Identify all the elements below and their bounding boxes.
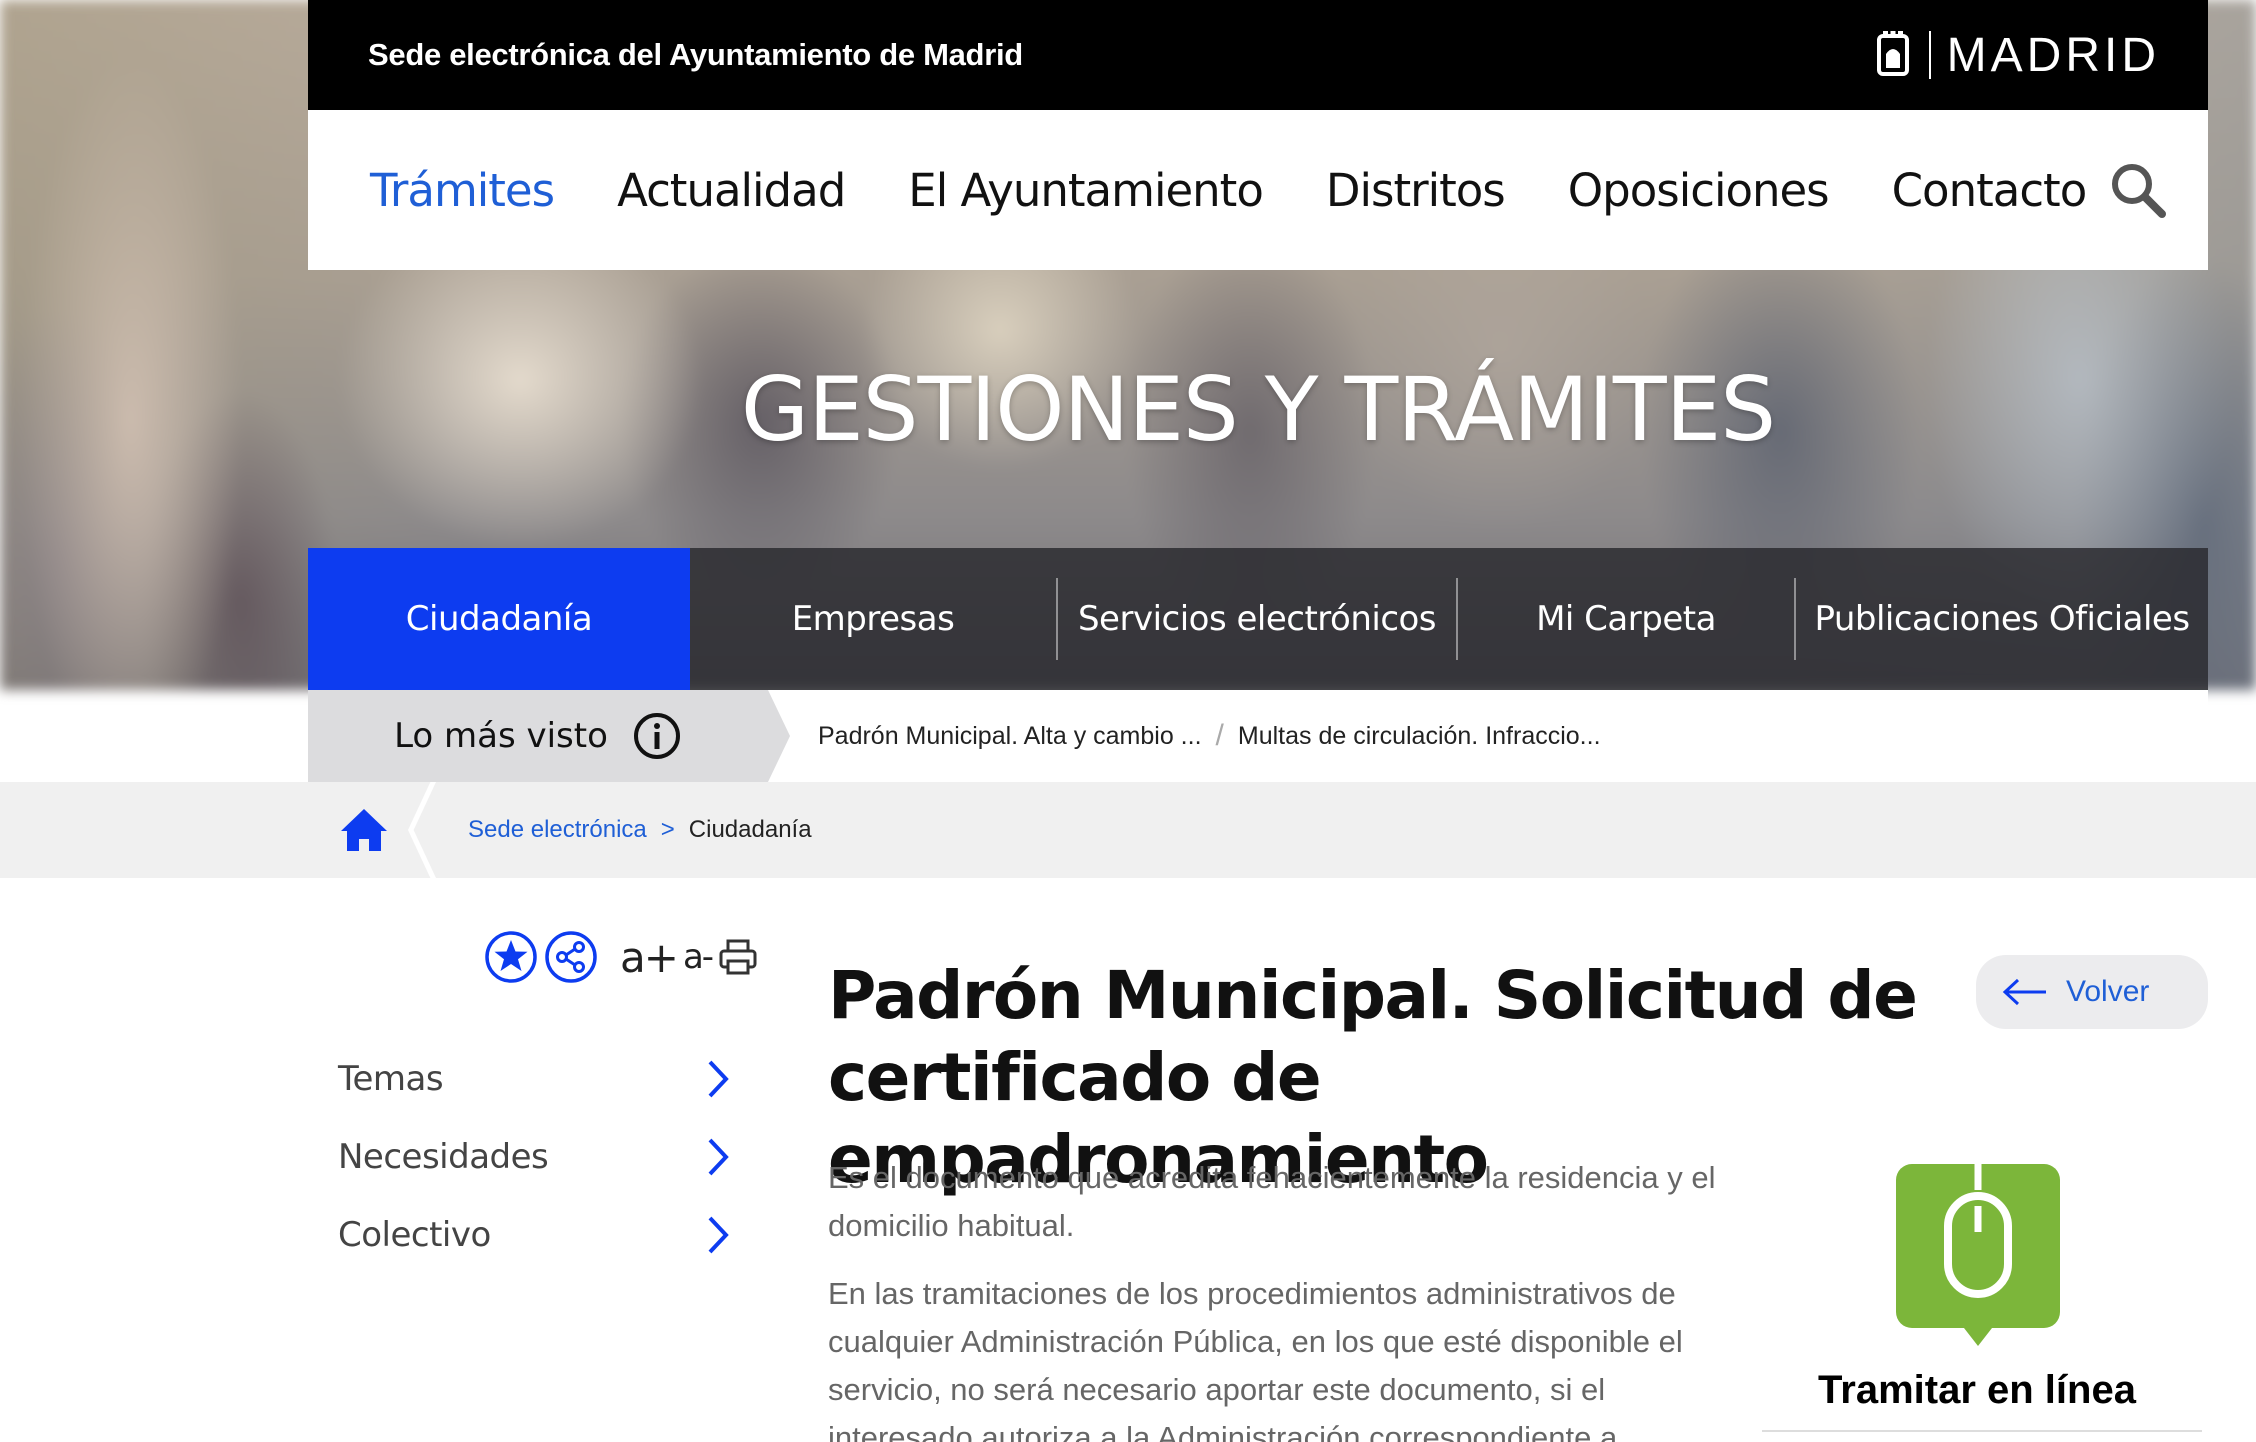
decrease-font-button[interactable]: a- xyxy=(683,937,714,977)
most-viewed-separator: / xyxy=(1215,719,1224,752)
breadcrumb-current: Ciudadanía xyxy=(688,816,812,843)
online-procedure-divider xyxy=(1762,1430,2202,1432)
madrid-seal-icon xyxy=(1876,31,1909,76)
page-container: Sede electrónica del Ayuntamiento de Mad… xyxy=(308,0,2208,782)
most-viewed-link[interactable]: Multas de circulación. Infraccio... xyxy=(1238,722,1601,751)
nav-item-actualidad[interactable]: Actualidad xyxy=(617,164,846,217)
breadcrumb-link-sede[interactable]: Sede electrónica xyxy=(468,816,647,844)
most-viewed-links: Padrón Municipal. Alta y cambio ... / Mu… xyxy=(768,690,2208,782)
breadcrumb-separator: > xyxy=(660,816,675,843)
increase-font-button[interactable]: a+ xyxy=(620,933,679,982)
madrid-logo[interactable]: MADRID xyxy=(1873,28,2160,83)
nav-item-oposiciones[interactable]: Oposiciones xyxy=(1568,164,1830,217)
tab-servicios-electronicos[interactable]: Servicios electrónicos xyxy=(1058,548,1456,690)
tab-mi-carpeta[interactable]: Mi Carpeta xyxy=(1458,548,1794,690)
home-button[interactable] xyxy=(308,782,442,878)
back-button[interactable]: Volver xyxy=(1976,955,2208,1029)
info-icon[interactable] xyxy=(632,711,682,761)
side-menu-item-necesidades[interactable]: Necesidades xyxy=(338,1118,738,1196)
main-navigation: Trámites Actualidad El Ayuntamiento Dist… xyxy=(308,110,2208,270)
favorite-star-icon[interactable] xyxy=(484,930,538,984)
chevron-right-icon xyxy=(708,1216,729,1254)
side-menu-label: Colectivo xyxy=(338,1215,491,1255)
tab-ciudadania[interactable]: Ciudadanía xyxy=(308,548,690,690)
side-menu-item-temas[interactable]: Temas xyxy=(338,1040,738,1118)
mouse-icon xyxy=(1896,1164,2060,1346)
nav-item-distritos[interactable]: Distritos xyxy=(1326,164,1506,217)
hero-title: GESTIONES Y TRÁMITES xyxy=(740,357,1776,461)
nav-item-el-ayuntamiento[interactable]: El Ayuntamiento xyxy=(908,164,1264,217)
most-viewed-bar: Lo más visto Padrón Municipal. Alta y ca… xyxy=(308,690,2208,782)
detail-paragraph: En las tramitaciones de los procedimient… xyxy=(828,1276,1683,1442)
brand-divider xyxy=(1928,31,1931,79)
site-title[interactable]: Sede electrónica del Ayuntamiento de Mad… xyxy=(368,37,1023,73)
arrow-left-icon xyxy=(2002,978,2046,1006)
search-icon[interactable] xyxy=(2108,160,2168,220)
back-label: Volver xyxy=(2066,975,2150,1008)
chevron-right-icon xyxy=(708,1138,729,1176)
intro-paragraph: Es el documento que acredita fehacientem… xyxy=(828,1160,1716,1243)
page-tools: a+ a- xyxy=(484,930,758,984)
breadcrumb: Sede electrónica > Ciudadanía xyxy=(308,782,812,878)
tab-publicaciones-oficiales[interactable]: Publicaciones Oficiales xyxy=(1796,548,2208,690)
brand-wordmark: MADRID xyxy=(1946,28,2160,82)
online-procedure-label: Tramitar en línea xyxy=(1818,1368,2136,1412)
chevron-right-icon xyxy=(708,1060,729,1098)
nav-item-contacto[interactable]: Contacto xyxy=(1892,164,2088,217)
most-viewed-text: Lo más visto xyxy=(394,716,608,756)
top-bar: Sede electrónica del Ayuntamiento de Mad… xyxy=(308,0,2208,110)
tab-empresas[interactable]: Empresas xyxy=(690,548,1056,690)
most-viewed-label: Lo más visto xyxy=(308,690,790,782)
home-icon xyxy=(341,809,387,851)
print-icon[interactable] xyxy=(718,937,758,977)
side-menu-label: Temas xyxy=(338,1059,444,1099)
category-tabs: Ciudadanía Empresas Servicios electrónic… xyxy=(308,548,2208,690)
share-icon[interactable] xyxy=(544,930,598,984)
side-menu-item-colectivo[interactable]: Colectivo xyxy=(338,1196,738,1274)
side-menu-label: Necesidades xyxy=(338,1137,549,1177)
side-menu: Temas Necesidades Colectivo xyxy=(338,1040,738,1274)
nav-item-tramites[interactable]: Trámites xyxy=(370,164,555,217)
most-viewed-link[interactable]: Padrón Municipal. Alta y cambio ... xyxy=(818,722,1202,751)
